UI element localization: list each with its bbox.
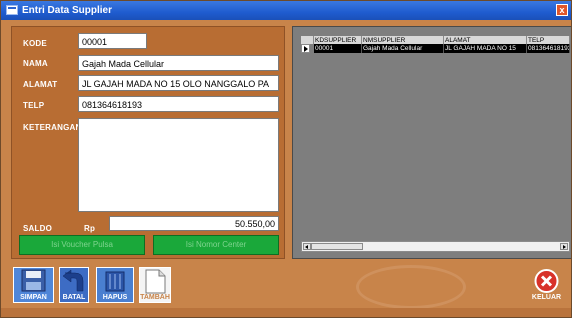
hapus-button[interactable]: HAPUS — [96, 267, 134, 303]
window-title: Entri Data Supplier — [22, 5, 113, 16]
nama-field[interactable]: Gajah Mada Cellular — [78, 55, 279, 71]
scroll-left-arrow[interactable] — [303, 243, 311, 250]
grid-cell-alamat[interactable]: JL GAJAH MADA NO 15 — [444, 44, 527, 53]
keluar-label: KELUAR — [531, 294, 562, 301]
simpan-button[interactable]: SIMPAN — [13, 267, 54, 303]
alamat-field[interactable]: JL GAJAH MADA NO 15 OLO NANGGALO PA — [78, 75, 279, 91]
window-icon — [6, 5, 18, 15]
scroll-right-arrow[interactable] — [560, 243, 568, 250]
keterangan-label: KETERANGAN — [23, 123, 82, 132]
supplier-entry-window: Entri Data Supplier x KODE 00001 NAMA Ga… — [0, 0, 572, 318]
grid-cell-telp[interactable]: 081364618193 — [527, 44, 570, 53]
chevron-left-icon — [305, 245, 308, 249]
horizontal-scrollbar[interactable] — [301, 241, 570, 252]
saldo-field[interactable]: 50.550,00 — [109, 216, 279, 231]
telp-label: TELP — [23, 101, 45, 110]
grid-corner — [301, 36, 314, 44]
background-logo — [356, 265, 466, 309]
batal-button[interactable]: BATAL — [59, 267, 89, 303]
form-panel: KODE 00001 NAMA Gajah Mada Cellular ALAM… — [11, 26, 285, 259]
grid-header-nmsupplier[interactable]: NMSUPPLIER — [362, 36, 444, 44]
isi-nomor-center-button[interactable]: Isi Nomor Center — [153, 235, 279, 255]
isi-voucher-pulsa-button[interactable]: Isi Voucher Pulsa — [19, 235, 145, 255]
batal-label: BATAL — [62, 294, 86, 301]
grid-header-alamat[interactable]: ALAMAT — [444, 36, 527, 44]
tambah-button[interactable]: TAMBAH — [139, 267, 171, 303]
grid-header-kdsupplier[interactable]: KDSUPPLIER — [314, 36, 362, 44]
hapus-label: HAPUS — [102, 294, 128, 301]
close-icon[interactable]: x — [556, 4, 568, 16]
grid-header-telp[interactable]: TELP — [527, 36, 570, 44]
kode-label: KODE — [23, 39, 47, 48]
telp-field[interactable]: 081364618193 — [78, 96, 279, 112]
nama-label: NAMA — [23, 59, 48, 68]
keluar-button[interactable]: KELUAR — [530, 267, 563, 303]
saldo-label: SALDO — [23, 224, 52, 233]
row-pointer-icon[interactable] — [301, 44, 310, 53]
alamat-label: ALAMAT — [23, 80, 58, 89]
saldo-currency: Rp — [84, 224, 96, 233]
chevron-right-icon — [563, 245, 566, 249]
simpan-label: SIMPAN — [20, 294, 47, 301]
bottom-strip — [1, 308, 571, 317]
grid-cell-nmsupplier[interactable]: Gajah Mada Cellular — [362, 44, 444, 53]
scroll-thumb[interactable] — [311, 243, 363, 250]
grid-cell-kdsupplier[interactable]: 00001 — [314, 44, 362, 53]
title-bar[interactable]: Entri Data Supplier x — [1, 1, 571, 20]
tambah-label: TAMBAH — [140, 294, 170, 301]
keterangan-textarea[interactable] — [78, 118, 279, 212]
kode-field[interactable]: 00001 — [78, 33, 147, 49]
supplier-grid: KDSUPPLIER NMSUPPLIER ALAMAT TELP 00001 … — [292, 26, 571, 259]
